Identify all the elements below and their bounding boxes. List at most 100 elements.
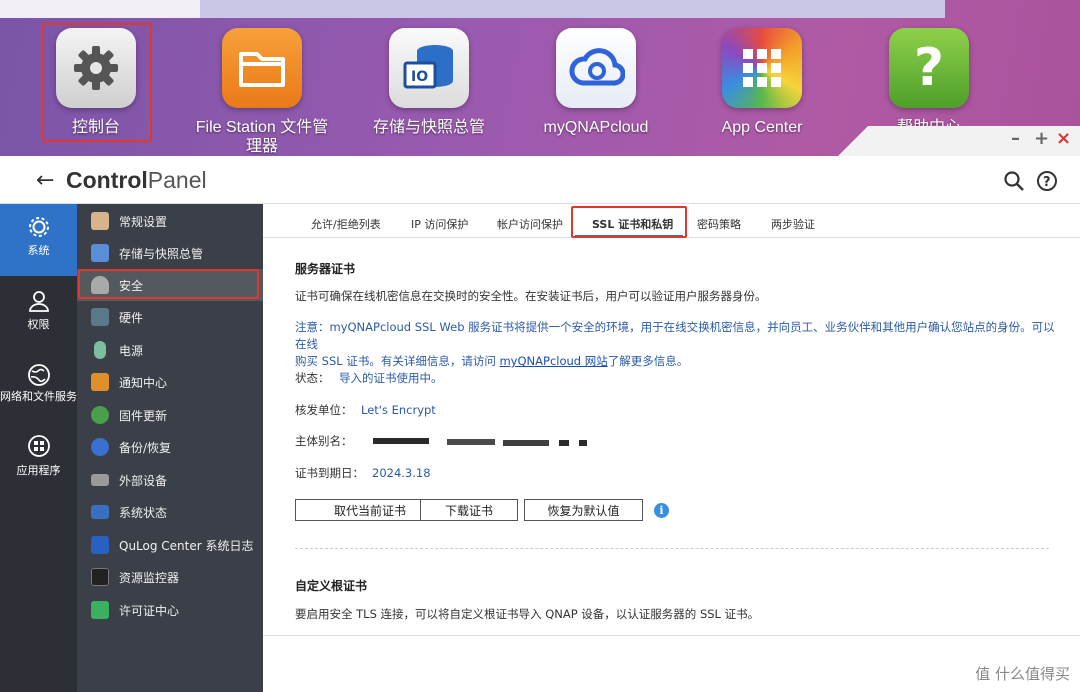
redaction-block <box>447 439 495 445</box>
subnav-item-external[interactable]: 外部设备 <box>77 464 263 496</box>
expiry-label: 证书到期日： <box>295 466 364 480</box>
hardware-icon <box>91 308 109 326</box>
subnav-item-monitor[interactable]: 资源监控器 <box>77 561 263 593</box>
svg-text:IO: IO <box>411 69 428 85</box>
tab-two-step-verification[interactable]: 两步验证 <box>771 216 815 232</box>
storage-icon: IO <box>389 28 469 108</box>
settings-doc-icon <box>91 212 109 230</box>
help-icon: ? <box>889 28 969 108</box>
app-label: File Station 文件管理器 <box>195 119 329 155</box>
subnav-item-power[interactable]: 电源 <box>77 334 263 366</box>
custom-root-title: 自定义根证书 <box>295 579 368 593</box>
nav-item-system[interactable]: 系统 <box>0 204 77 276</box>
gear-icon <box>28 217 49 237</box>
nav-label: 权限 <box>27 318 50 331</box>
note-line-2-pre: 购买 SSL 证书。有关详细信息，请访问 <box>295 354 500 368</box>
subnav-item-license[interactable]: 许可证中心 <box>77 594 263 626</box>
globe-icon <box>27 364 50 386</box>
folder-icon <box>222 28 302 108</box>
subnav-label: 通知中心 <box>119 375 168 390</box>
tab-ip-access-protection[interactable]: IP 访问保护 <box>411 216 468 232</box>
license-icon <box>91 601 109 619</box>
redaction-block <box>579 440 587 446</box>
page-title: ControlPanel <box>66 167 207 194</box>
server-cert-desc: 证书可确保在线机密信息在交换时的安全性。在安装证书后，用户可以验证用户服务器身份… <box>295 289 767 303</box>
note-line-2: 购买 SSL 证书。有关详细信息，请访问 myQNAPcloud 网站了解更多信… <box>295 353 1065 370</box>
content-panel: 允许/拒绝列表 IP 访问保护 帐户访问保护 SSL 证书和私钥 密码策略 两步… <box>263 204 1080 692</box>
app-label: 存储与快照总管 <box>372 119 485 136</box>
subnav-item-firmware[interactable]: 固件更新 <box>77 399 263 431</box>
status-label: 状态： <box>295 371 330 385</box>
minimize-button[interactable]: – <box>1011 128 1020 149</box>
note-line-1: 注意：myQNAPcloud SSL Web 服务证书将提供一个安全的环境，用于… <box>295 320 1055 351</box>
highlight-security <box>78 269 259 299</box>
app-myqnapcloud[interactable]: myQNAPcloud <box>526 28 666 158</box>
section-divider <box>295 548 1049 549</box>
cert-button-row: 取代当前证书 下载证书 恢复为默认值 i <box>263 499 1080 523</box>
subnav-item-qulog[interactable]: QuLog Center 系统日志 <box>77 529 263 561</box>
info-icon[interactable]: i <box>654 503 669 518</box>
status-value: 导入的证书使用中。 <box>339 371 443 385</box>
storage-icon <box>91 244 109 262</box>
desktop-top-band <box>0 0 200 18</box>
subnav-label: QuLog Center 系统日志 <box>119 538 254 553</box>
subnav-label: 电源 <box>119 343 144 358</box>
subnav-item-general[interactable]: 常规设置 <box>77 205 263 237</box>
subnav-label: 外部设备 <box>119 473 168 488</box>
backup-icon <box>91 438 109 456</box>
alias-label: 主体别名： <box>295 434 353 448</box>
myqnapcloud-link[interactable]: myQNAPcloud 网站 <box>499 354 607 368</box>
custom-root-desc: 要启用安全 TLS 连接，可以将自定义根证书导入 QNAP 设备，以认证服务器的… <box>295 607 760 621</box>
nav-item-network[interactable]: 网络和文件服务 <box>0 361 77 421</box>
download-cert-button[interactable]: 下载证书 <box>420 499 518 521</box>
desktop-top-band-2 <box>200 0 945 18</box>
subnav-label: 许可证中心 <box>119 603 180 618</box>
power-icon <box>94 341 106 359</box>
notification-icon <box>91 373 109 391</box>
highlight-ssl-tab <box>571 206 687 238</box>
control-panel-window: ← ControlPanel ? 系统 权限 网络和文件服务 应用程序 常规设置… <box>0 156 1080 692</box>
cloud-icon <box>556 28 636 108</box>
subnav-item-notification[interactable]: 通知中心 <box>77 366 263 398</box>
tab-password-policy[interactable]: 密码策略 <box>697 216 741 232</box>
nav-label: 应用程序 <box>16 464 61 477</box>
tab-allow-deny-list[interactable]: 允许/拒绝列表 <box>311 216 381 232</box>
nav-item-applications[interactable]: 应用程序 <box>0 434 77 484</box>
tab-account-access-protection[interactable]: 帐户访问保护 <box>497 216 563 232</box>
app-app-center[interactable]: App Center <box>692 28 832 158</box>
search-icon[interactable] <box>1003 170 1025 192</box>
maximize-button[interactable]: + <box>1034 128 1049 149</box>
user-icon <box>28 291 49 312</box>
subnav-item-storage[interactable]: 存储与快照总管 <box>77 237 263 269</box>
back-arrow-icon[interactable]: ← <box>36 168 54 193</box>
restore-default-button[interactable]: 恢复为默认值 <box>524 499 643 521</box>
watermark: 值 什么值得买 <box>975 665 1070 683</box>
subnav-label: 硬件 <box>119 310 144 325</box>
redaction-block <box>373 438 429 444</box>
apps-icon <box>27 435 50 457</box>
app-label: myQNAPcloud <box>543 119 649 136</box>
window-header: ← ControlPanel ? <box>0 156 1080 204</box>
app-file-station[interactable]: File Station 文件管理器 <box>192 28 332 158</box>
subnav-item-backup[interactable]: 备份/恢复 <box>77 431 263 463</box>
close-button[interactable]: × <box>1056 128 1071 149</box>
bottom-border <box>263 635 1080 636</box>
nav-label: 系统 <box>27 244 50 257</box>
subnav-item-hardware[interactable]: 硬件 <box>77 301 263 333</box>
nav-item-permissions[interactable]: 权限 <box>0 286 77 346</box>
subnav-label: 备份/恢复 <box>119 440 172 455</box>
subnav-label: 固件更新 <box>119 408 168 423</box>
note-line-2-post: 了解更多信息。 <box>607 354 689 368</box>
title-bold: Control <box>66 167 148 193</box>
svg-text:?: ? <box>1043 175 1051 190</box>
redaction-block <box>559 440 569 446</box>
title-light: Panel <box>147 167 207 193</box>
help-icon[interactable]: ? <box>1036 170 1058 192</box>
app-storage-snapshots[interactable]: IO 存储与快照总管 <box>359 28 499 158</box>
nav-label: 网络和文件服务 <box>0 390 77 403</box>
qulog-icon <box>91 536 109 554</box>
subnav-item-status[interactable]: 系统状态 <box>77 496 263 528</box>
app-label: App Center <box>721 119 803 136</box>
system-status-icon <box>91 505 109 519</box>
subnav-label: 系统状态 <box>119 505 168 520</box>
